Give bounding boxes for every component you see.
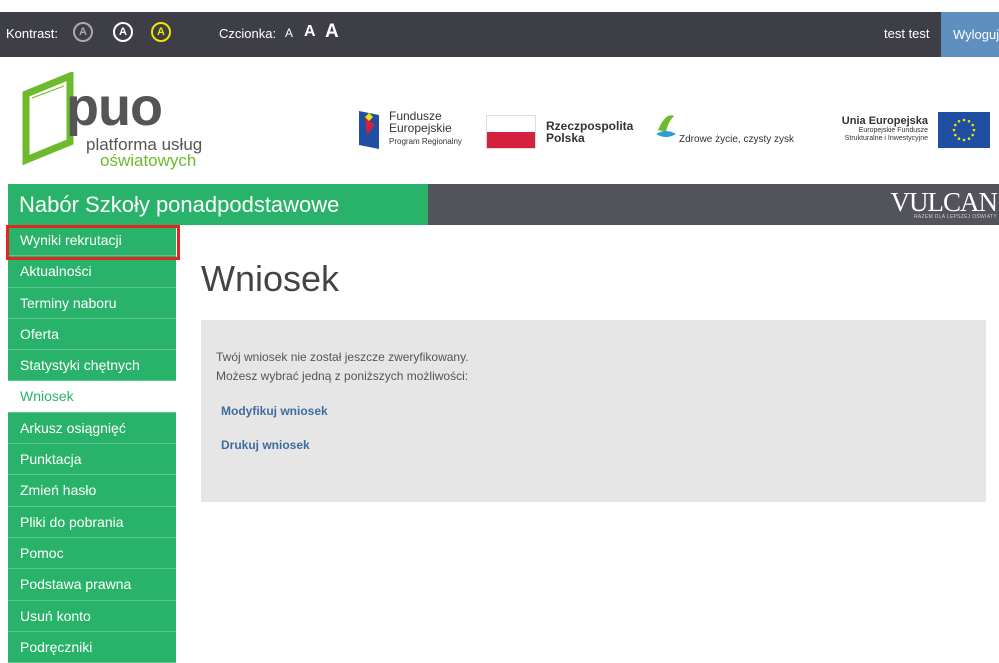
contrast-yellow-button[interactable]: A: [151, 22, 171, 42]
vulcan-banner: VULCAN RAZEM DLA LEPSZEJ OŚWIATY: [428, 184, 999, 225]
unia-europejska-text: Unia Europejska Europejskie Fundusze Str…: [808, 116, 928, 143]
logout-button[interactable]: Wyloguj: [941, 12, 999, 57]
ue-line-3: Strukturalne i Inwestycyjne: [844, 135, 928, 142]
ue-line-1: Unia Europejska: [841, 115, 928, 127]
contrast-default-button[interactable]: A: [73, 22, 93, 42]
zdrowe-zycie-text: Zdrowe życie, czysty zysk: [679, 134, 795, 145]
status-message-line-2: Możesz wybrać jedną z poniższych możliwo…: [216, 369, 469, 383]
status-message-line-1: Twój wniosek nie został jeszcze zweryfik…: [216, 350, 469, 364]
fundusze-europejskie-logo-icon: [355, 107, 383, 153]
vulcan-tagline: RAZEM DLA LEPSZEJ OŚWIATY: [914, 214, 997, 220]
fe-line-3: Program Regionalny: [389, 137, 462, 146]
rzeczpospolita-text: Rzeczpospolita Polska: [546, 120, 633, 144]
modify-application-link[interactable]: Modyfikuj wniosek: [221, 404, 328, 418]
sidebar-item-terminy-naboru[interactable]: Terminy naboru: [8, 287, 176, 319]
ue-line-2: Europejskie Fundusze: [858, 127, 928, 134]
eu-flag-icon: [938, 112, 990, 148]
app-title: Nabór Szkoły ponadpodstawowe: [8, 184, 428, 225]
sidebar-item-arkusz-osiagniec[interactable]: Arkusz osiągnięć: [8, 412, 176, 445]
application-status-panel: Twój wniosek nie został jeszcze zweryfik…: [201, 320, 986, 502]
sidebar-nav: Wyniki rekrutacji Aktualności Terminy na…: [8, 225, 176, 663]
font-size-label: Czcionka:: [219, 26, 277, 41]
sidebar-item-wyniki-rekrutacji[interactable]: Wyniki rekrutacji: [8, 225, 176, 257]
user-name: test test: [884, 26, 930, 41]
font-small-button[interactable]: A: [285, 26, 293, 40]
sidebar-item-podstawa-prawna[interactable]: Podstawa prawna: [8, 569, 176, 601]
fe-line-2: Europejskie: [389, 121, 452, 135]
puo-logo-text: puo: [66, 77, 163, 137]
rp-line-2: Polska: [546, 131, 585, 145]
fundusze-europejskie-text: Fundusze Europejskie Program Regionalny: [389, 110, 462, 148]
page-title: Wniosek: [201, 258, 340, 299]
zdrowe-zycie-logo-icon: [656, 115, 676, 137]
puo-logo-subtitle-2: oświatowych: [100, 151, 197, 170]
contrast-label: Kontrast:: [6, 26, 59, 41]
print-application-link[interactable]: Drukuj wniosek: [221, 438, 310, 452]
sidebar-item-aktualnosci[interactable]: Aktualności: [8, 256, 176, 288]
top-bar: Kontrast: A A A Czcionka: A A A test tes…: [0, 12, 999, 57]
sidebar-item-wniosek[interactable]: Wniosek: [8, 381, 176, 413]
polish-flag-icon: [486, 115, 536, 149]
sidebar-item-oferta[interactable]: Oferta: [8, 318, 176, 351]
font-large-button[interactable]: A: [325, 21, 339, 43]
contrast-high-button[interactable]: A: [113, 22, 133, 42]
sidebar-item-punktacja[interactable]: Punktacja: [8, 444, 176, 476]
sidebar-item-statystyki-chetnych[interactable]: Statystyki chętnych: [8, 350, 176, 382]
sidebar-item-zmien-haslo[interactable]: Zmień hasło: [8, 475, 176, 507]
sidebar-item-pliki-do-pobrania[interactable]: Pliki do pobrania: [8, 506, 176, 538]
sidebar-item-podreczniki[interactable]: Podręczniki: [8, 631, 176, 663]
sidebar-item-pomoc[interactable]: Pomoc: [8, 537, 176, 570]
sidebar-item-usun-konto[interactable]: Usuń konto: [8, 600, 176, 632]
font-medium-button[interactable]: A: [304, 23, 316, 41]
